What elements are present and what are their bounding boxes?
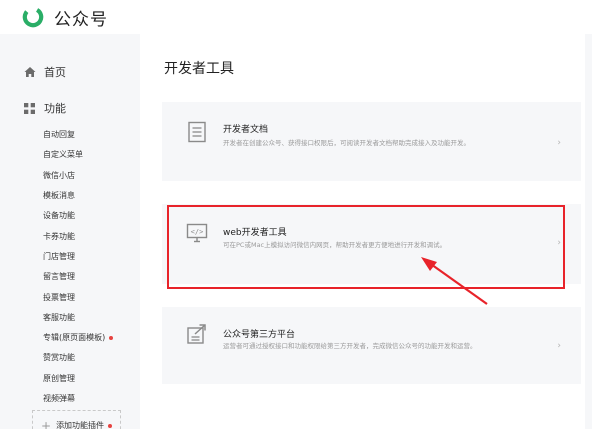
- sidebar-item-home[interactable]: 首页: [24, 64, 66, 80]
- svg-text:</>: </>: [191, 228, 204, 236]
- sidebar-item-album[interactable]: 专辑(原页面模板): [43, 328, 114, 348]
- functions-submenu: 自动回复 自定义菜单 微信小店 模板消息 设备功能 卡券功能 门店管理 留言管理…: [43, 125, 114, 409]
- document-icon: [188, 121, 206, 143]
- sidebar-item-cards[interactable]: 卡券功能: [43, 226, 113, 246]
- sidebar-item-custom-menu[interactable]: 自定义菜单: [43, 145, 113, 165]
- sidebar-item-label: 自动回复: [43, 130, 75, 140]
- card-third-party-platform[interactable]: 公众号第三方平台 运营者可通过授权接口和功能权限给第三方开发者，完成微信公众号的…: [162, 307, 581, 384]
- sidebar-item-label: 投票管理: [43, 292, 75, 302]
- add-plugin-label: 添加功能插件: [56, 421, 105, 429]
- card-title: 开发者文档: [223, 125, 269, 135]
- sidebar-item-label: 卡券功能: [43, 231, 75, 241]
- chevron-right-icon: ›: [557, 341, 561, 351]
- top-bar: 公众号: [0, 0, 600, 34]
- sidebar-item-template-message[interactable]: 模板消息: [43, 186, 113, 206]
- card-description: 运营者可通过授权接口和功能权限给第三方开发者，完成微信公众号的功能开发和运营。: [223, 342, 477, 350]
- add-plugin-button[interactable]: + 添加功能插件: [32, 410, 121, 429]
- sidebar-item-label: 原创管理: [43, 373, 75, 383]
- sidebar-item-votes[interactable]: 投票管理: [43, 287, 113, 307]
- card-description: 开发者在创建公众号、获得接口权限后，可阅读开发者文档帮助完成接入及功能开发。: [223, 139, 470, 147]
- sidebar-item-label: 留言管理: [43, 272, 75, 282]
- card-description: 可在PC或Mac上模拟访问微信内网页，帮助开发者更方便地进行开发和调试。: [223, 241, 447, 249]
- sidebar-item-video-danmaku[interactable]: 视频弹幕: [43, 389, 113, 409]
- sidebar-item-label: 设备功能: [43, 211, 75, 221]
- grid-icon: [24, 102, 35, 114]
- sidebar-item-label: 客服功能: [43, 312, 75, 322]
- sidebar-item-label: 门店管理: [43, 251, 75, 261]
- sidebar-item-device[interactable]: 设备功能: [43, 206, 113, 226]
- sidebar-item-label: 微信小店: [43, 170, 75, 180]
- chevron-right-icon: ›: [557, 238, 561, 248]
- sidebar-item-customer-service[interactable]: 客服功能: [43, 308, 113, 328]
- sidebar-item-label: 自定义菜单: [43, 150, 83, 160]
- sidebar-item-comments[interactable]: 留言管理: [43, 267, 113, 287]
- sidebar-section-functions[interactable]: 功能: [24, 100, 66, 116]
- card-title: 公众号第三方平台: [223, 330, 296, 340]
- chevron-right-icon: ›: [557, 138, 561, 148]
- sidebar-item-label: 赞赏功能: [43, 353, 75, 363]
- authorize-icon: [187, 324, 206, 344]
- plus-icon: +: [41, 418, 52, 429]
- home-icon: [24, 67, 36, 77]
- sidebar-item-store-management[interactable]: 门店管理: [43, 247, 113, 267]
- card-title: web开发者工具: [223, 228, 287, 238]
- app-name: 公众号: [54, 10, 108, 30]
- sidebar-item-label: 专辑(原页面模板): [43, 333, 106, 343]
- sidebar-item-label: 首页: [44, 66, 66, 79]
- sidebar-section-label: 功能: [44, 102, 66, 115]
- sidebar: 首页 功能 自动回复 自定义菜单 微信小店 模板消息 设备功能 卡券功能 门店管…: [0, 34, 140, 429]
- sidebar-item-wechat-store[interactable]: 微信小店: [43, 166, 113, 186]
- code-monitor-icon: </>: [186, 223, 208, 243]
- sidebar-item-auto-reply[interactable]: 自动回复: [43, 125, 113, 145]
- right-edge-panel: [592, 34, 600, 429]
- sidebar-item-reward[interactable]: 赞赏功能: [43, 348, 113, 368]
- card-web-devtools[interactable]: </> web开发者工具 可在PC或Mac上模拟访问微信内网页，帮助开发者更方便…: [162, 204, 581, 284]
- sidebar-item-original[interactable]: 原创管理: [43, 369, 113, 389]
- new-badge-dot: [108, 423, 113, 428]
- sidebar-item-label: 模板消息: [43, 191, 75, 201]
- wechat-mp-logo-icon[interactable]: [22, 6, 44, 28]
- new-badge-dot: [109, 336, 114, 341]
- page-title: 开发者工具: [164, 61, 234, 77]
- card-developer-docs[interactable]: 开发者文档 开发者在创建公众号、获得接口权限后，可阅读开发者文档帮助完成接入及功…: [162, 102, 581, 181]
- sidebar-item-label: 视频弹幕: [43, 394, 75, 403]
